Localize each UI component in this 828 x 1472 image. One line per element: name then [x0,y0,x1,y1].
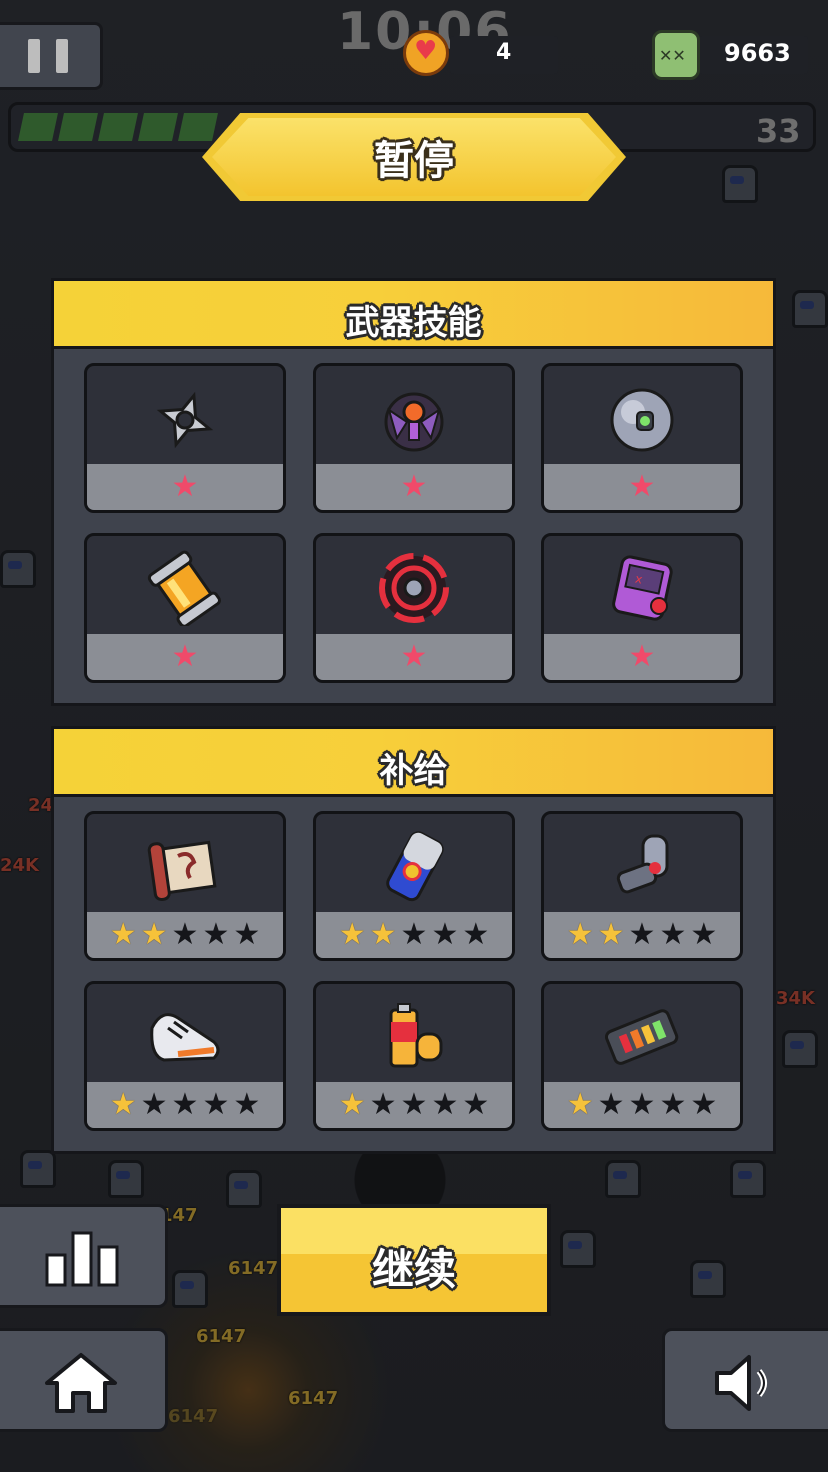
robot-arm-icon [616,834,669,894]
bar-chart-icon [45,1231,119,1287]
star-empty-icon: ★ [659,1087,687,1122]
star-empty-icon: ★ [171,1087,199,1122]
star-filled-icon: ★ [338,1087,366,1122]
orb-icon [610,388,674,452]
speaker-icon [715,1355,767,1411]
weapon-slot-forcefield[interactable]: ★ [313,533,515,683]
star-filled-icon: ★ [109,1087,137,1122]
weapon-level-stars: ★ [316,634,512,680]
star-empty-icon: ★ [628,1087,656,1122]
weapon-level-stars: ★ [87,634,283,680]
sound-button[interactable] [662,1328,828,1432]
supply-level-stars: ★ ★ ★ ★ ★ [87,1082,283,1128]
battery-icon [389,1003,443,1068]
scroll-icon [147,840,217,902]
weapon-skills-title: 武器技能 [345,303,482,343]
supplies-header: 补给 [54,729,773,797]
weapon-level-stars: ★ [544,634,740,680]
energy-drink-icon [386,831,444,902]
star-empty-icon: ★ [690,917,718,952]
sneaker-icon [150,1013,220,1062]
star-icon: ★ [628,469,656,504]
weapon-skills-panel: 武器技能 ★ ★ ★ ★ ★ x ★ [51,278,776,706]
weapon-slot-shuriken[interactable]: ★ [84,363,286,513]
star-icon: ★ [171,469,199,504]
star-filled-icon: ★ [109,917,137,952]
heart-icon: ♥ [403,30,449,76]
supply-slot-energy-drink[interactable]: ★ ★ ★ ★ ★ [313,811,515,961]
star-empty-icon: ★ [171,917,199,952]
star-empty-icon: ★ [659,917,687,952]
weapon-slot-drone[interactable]: ★ [313,363,515,513]
star-icon: ★ [400,469,428,504]
star-empty-icon: ★ [462,1087,490,1122]
star-empty-icon: ★ [369,1087,397,1122]
drone-icon [384,392,444,452]
lives-value: 4 [496,40,512,65]
supply-slot-battery[interactable]: ★ ★ ★ ★ ★ [313,981,515,1131]
supply-level-stars: ★ ★ ★ ★ ★ [544,912,740,958]
star-empty-icon: ★ [462,917,490,952]
star-empty-icon: ★ [597,1087,625,1122]
star-icon: ★ [171,639,199,674]
supply-slot-sneaker[interactable]: ★ ★ ★ ★ ★ [84,981,286,1131]
star-empty-icon: ★ [233,1087,261,1122]
power-cell-icon [604,1009,679,1065]
star-filled-icon: ★ [566,1087,594,1122]
supply-level-stars: ★ ★ ★ ★ ★ [316,912,512,958]
supply-level-stars: ★ ★ ★ ★ ★ [87,912,283,958]
star-filled-icon: ★ [338,917,366,952]
weapon-skills-header: 武器技能 [54,281,773,349]
pause-icon-bar [56,39,68,73]
kill-count-value: 9663 [724,39,791,67]
supply-level-stars: ★ ★ ★ ★ ★ [544,1082,740,1128]
canister-icon [147,550,221,626]
shuriken-icon [156,391,214,449]
weapon-level-stars: ★ [544,464,740,510]
forcefield-icon [379,553,449,623]
supply-slot-robot-arm[interactable]: ★ ★ ★ ★ ★ [541,811,743,961]
continue-label: 继续 [371,1245,456,1294]
star-empty-icon: ★ [140,1087,168,1122]
pause-title: 暂停 [374,138,454,184]
stats-button[interactable] [0,1204,168,1308]
star-filled-icon: ★ [369,917,397,952]
star-empty-icon: ★ [431,1087,459,1122]
skull-icon: ✕✕ [652,30,700,80]
player-level: 33 [756,112,801,150]
star-empty-icon: ★ [431,917,459,952]
star-empty-icon: ★ [233,917,261,952]
star-empty-icon: ★ [202,1087,230,1122]
star-filled-icon: ★ [140,917,168,952]
weapon-level-stars: ★ [87,464,283,510]
star-icon: ★ [628,639,656,674]
weapon-slot-canister[interactable]: ★ [84,533,286,683]
supply-level-stars: ★ ★ ★ ★ ★ [316,1082,512,1128]
pause-icon [28,39,40,73]
gameboy-icon: x [612,555,673,621]
supplies-title: 补给 [379,751,448,791]
star-empty-icon: ★ [628,917,656,952]
weapon-slot-orb[interactable]: ★ [541,363,743,513]
star-icon: ★ [400,639,428,674]
star-filled-icon: ★ [597,917,625,952]
supply-slot-power-cell[interactable]: ★ ★ ★ ★ ★ [541,981,743,1131]
weapon-slot-gameboy[interactable]: x ★ [541,533,743,683]
star-empty-icon: ★ [690,1087,718,1122]
supply-slot-scroll[interactable]: ★ ★ ★ ★ ★ [84,811,286,961]
pause-button[interactable] [0,22,103,90]
star-empty-icon: ★ [400,1087,428,1122]
star-empty-icon: ★ [202,917,230,952]
weapon-level-stars: ★ [316,464,512,510]
supplies-panel: 补给 ★ ★ ★ ★ ★ ★ ★ ★ ★ ★ ★ ★ ★ ★ ★ ★ ★ ★ ★… [51,726,776,1154]
continue-button[interactable]: 继续 [277,1204,551,1316]
star-filled-icon: ★ [566,917,594,952]
xp-bar-fill [18,113,218,141]
star-empty-icon: ★ [400,917,428,952]
home-icon [45,1353,117,1413]
home-button[interactable] [0,1328,168,1432]
